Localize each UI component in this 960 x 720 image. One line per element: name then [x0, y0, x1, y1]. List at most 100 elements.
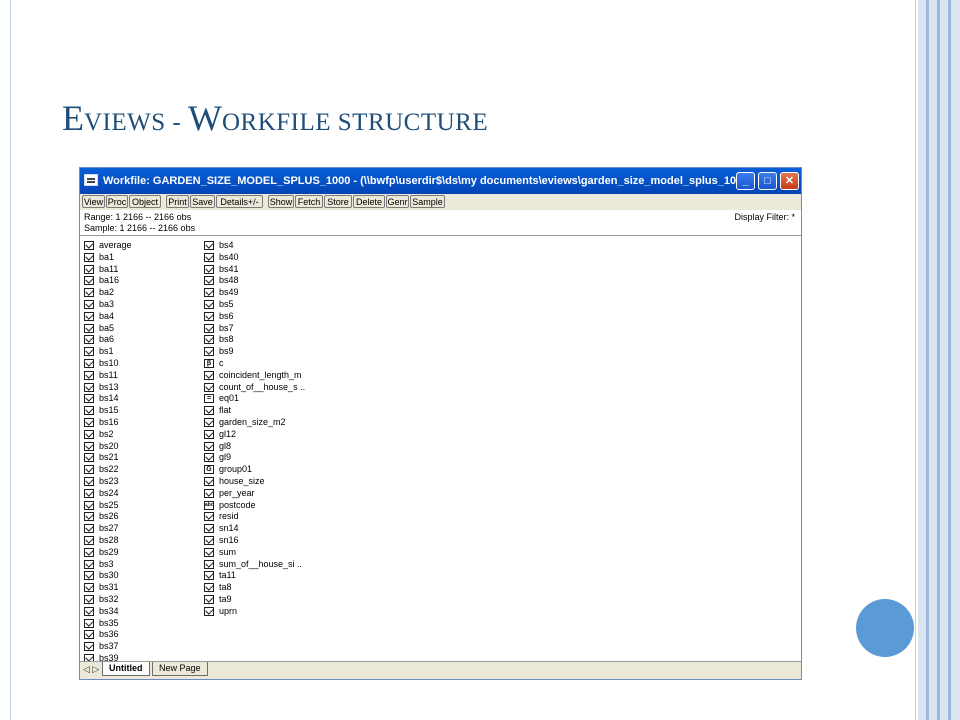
object-name: ba2 [99, 287, 115, 298]
coef-icon: β [204, 358, 214, 368]
series-icon [84, 547, 94, 557]
series-icon [84, 453, 94, 463]
view-button[interactable]: View [82, 195, 105, 208]
object-name: bs5 [219, 298, 234, 309]
series-icon [204, 299, 214, 309]
object-name: ta11 [219, 570, 236, 581]
series-icon [84, 347, 94, 357]
object-name: bs24 [99, 487, 119, 498]
sample-button[interactable]: Sample [410, 195, 445, 208]
series-icon [84, 335, 94, 345]
object-name: bs7 [219, 322, 234, 333]
object-name: ba6 [99, 334, 115, 345]
object-name: sum_of__house_si .. [219, 558, 303, 569]
series-icon [204, 559, 214, 569]
series-icon [84, 441, 94, 451]
slide-title: EVIEWS - WORKFILE STRUCTURE [62, 98, 489, 138]
equation-icon: = [204, 394, 214, 404]
series-icon [204, 276, 214, 286]
object-button[interactable]: Object [129, 195, 161, 208]
object-name: ba5 [99, 322, 115, 333]
series-icon [204, 594, 214, 604]
object-name: postcode [219, 499, 256, 510]
series-icon [84, 465, 94, 475]
object-name: bs32 [99, 593, 119, 604]
series-icon [84, 535, 94, 545]
sample-text[interactable]: Sample: 1 2166 -- 2166 obs [84, 223, 195, 233]
object-name: bs48 [219, 275, 239, 286]
series-icon [204, 476, 214, 486]
series-icon [84, 358, 94, 368]
display-filter-text[interactable]: Display Filter: * [734, 212, 795, 222]
close-button[interactable]: ✕ [780, 172, 799, 190]
series-icon [204, 524, 214, 534]
series-icon [204, 583, 214, 593]
series-icon [84, 311, 94, 321]
object-name: ba1 [99, 251, 115, 262]
details-button[interactable]: Details+/- [216, 195, 263, 208]
object-name: bs4 [219, 240, 234, 250]
group-icon: G [204, 465, 214, 475]
proc-button[interactable]: Proc [106, 195, 128, 208]
tab-untitled[interactable]: Untitled [102, 662, 150, 676]
object-list: average ba1 ba11 ba16 ba2 ba3 ba4 ba5 ba6 bs1 bs10… [80, 236, 801, 664]
object-name: bs11 [99, 369, 118, 380]
object-name: bs6 [219, 310, 234, 321]
genr-button[interactable]: Genr [386, 195, 409, 208]
object-name: ta8 [219, 582, 232, 593]
maximize-button[interactable]: □ [758, 172, 777, 190]
show-button[interactable]: Show [268, 195, 294, 208]
tab-scroll-arrows[interactable]: ◁ ▷ [83, 664, 99, 675]
object-name: bs2 [99, 428, 114, 439]
fetch-button[interactable]: Fetch [295, 195, 323, 208]
series-icon [84, 512, 94, 522]
object-name: uprn [219, 605, 238, 616]
series-icon [84, 370, 94, 380]
object-name: sn14 [219, 523, 239, 534]
object-name: coincident_length_m [219, 369, 302, 380]
range-text[interactable]: Range: 1 2166 -- 2166 obs [84, 212, 191, 222]
series-icon [204, 441, 214, 451]
series-icon [84, 299, 94, 309]
series-icon [84, 571, 94, 581]
series-icon [204, 453, 214, 463]
object-name: bs8 [219, 334, 234, 345]
page-tab-bar: ◁ ▷ Untitled New Page [80, 661, 801, 679]
series-icon [84, 406, 94, 416]
object-name: bs20 [99, 440, 119, 451]
object-name: bs13 [99, 381, 119, 392]
series-icon [204, 382, 214, 392]
object-name: eq01 [219, 393, 240, 404]
object-name: bs49 [219, 287, 239, 298]
series-icon [84, 583, 94, 593]
object-name: bs31 [99, 582, 119, 593]
object-name: bs34 [99, 605, 119, 616]
object-name: garden_size_m2 [219, 416, 286, 427]
object-name: per_year [219, 487, 255, 498]
series-icon [204, 547, 214, 557]
tab-new-page[interactable]: New Page [152, 662, 208, 676]
object-name: bs22 [99, 464, 119, 475]
series-icon [204, 370, 214, 380]
store-button[interactable]: Store [324, 195, 352, 208]
minimize-button[interactable]: _ [736, 172, 755, 190]
workfile-icon [84, 174, 98, 186]
series-icon [84, 276, 94, 286]
series-icon [84, 394, 94, 404]
object-name: resid [219, 511, 239, 522]
series-icon [204, 535, 214, 545]
window-titlebar[interactable]: Workfile: GARDEN_SIZE_MODEL_SPLUS_1000 -… [80, 168, 801, 194]
series-icon [84, 618, 94, 628]
object-name: sn16 [219, 534, 239, 545]
object-name: ba3 [99, 298, 115, 309]
series-icon [204, 488, 214, 498]
series-icon [84, 417, 94, 427]
object-name: bs35 [99, 617, 119, 628]
series-icon [204, 606, 214, 616]
alpha-icon: abc [204, 500, 214, 510]
save-button[interactable]: Save [190, 195, 215, 208]
print-button[interactable]: Print [166, 195, 189, 208]
object-name: bs37 [99, 641, 119, 652]
delete-button[interactable]: Delete [353, 195, 385, 208]
series-icon [84, 264, 94, 274]
